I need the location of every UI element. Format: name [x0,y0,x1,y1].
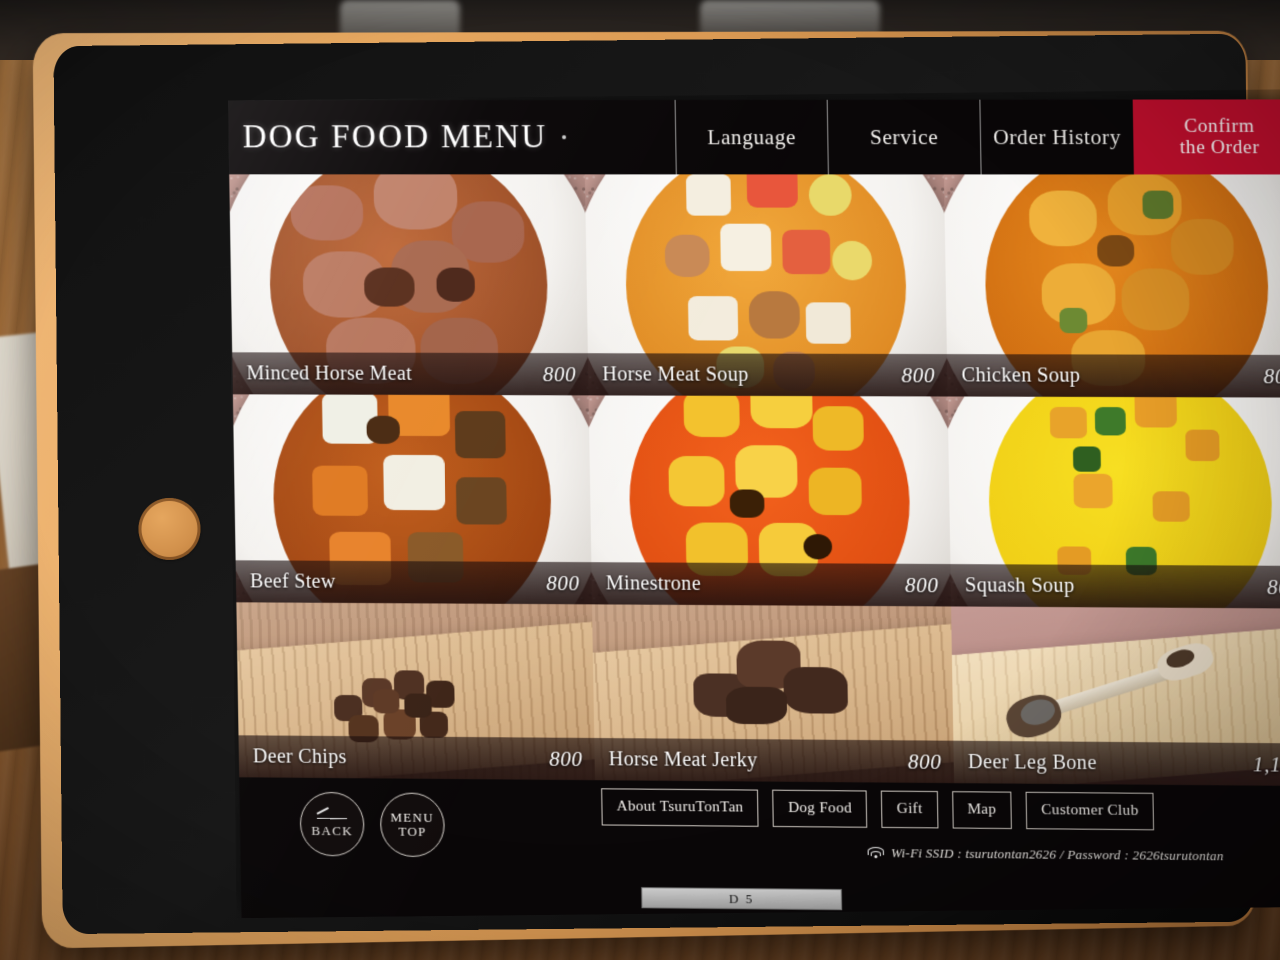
tile-label-strip: Chicken Soup 800 [946,354,1280,398]
item-price: 800 [548,746,583,771]
menu-item-tile[interactable]: Deer Chips 800 [236,602,595,781]
back-button[interactable]: BACK [299,791,365,857]
kiosk-app: DOG FOOD MENU Language Service Order His… [228,99,1280,919]
wifi-icon [867,846,884,859]
item-price: 1,100 [1252,751,1280,777]
menu-item-tile[interactable]: Horse Meat Soup 800 [584,174,948,397]
item-name: Chicken Soup [961,363,1081,387]
nav-language[interactable]: Language [674,99,828,175]
footer-dog-food[interactable]: Dog Food [772,789,868,828]
back-label: BACK [311,822,354,838]
footer-gift[interactable]: Gift [881,790,939,829]
footer-circle-buttons: BACK MENU TOP [299,791,446,858]
menu-top-line-2: TOP [398,823,427,839]
item-price: 800 [1263,363,1280,388]
footer-about[interactable]: About TsuruTonTan [601,788,760,827]
confirm-line-2: the Order [1179,136,1260,159]
home-button[interactable] [138,497,201,561]
menu-item-tile[interactable]: Squash Soup 800 [947,396,1280,609]
tile-label-strip: Horse Meat Jerky 800 [594,737,955,784]
confirm-line-1: Confirm [1183,115,1255,137]
tile-label-strip: Minestrone 800 [591,562,952,607]
item-price: 800 [907,748,942,774]
menu-item-tile[interactable]: Minestrone 800 [588,395,952,607]
title-dot-decoration [561,135,566,140]
item-name: Horse Meat Soup [602,362,749,386]
item-price: 800 [904,572,939,597]
nav-order-history[interactable]: Order History [979,99,1134,175]
brand-area: DOG FOOD MENU [228,100,676,174]
item-name: Deer Leg Bone [967,750,1097,774]
page-title: DOG FOOD MENU [242,118,548,155]
footer-map[interactable]: Map [951,791,1012,830]
tablet-device: DOG FOOD MENU Language Service Order His… [9,3,1280,956]
app-footer: BACK MENU TOP About TsuruTonTan Dog Food… [239,777,1280,919]
tile-label-strip: Deer Leg Bone 1,100 [953,740,1280,787]
item-name: Beef Stew [249,569,336,593]
menu-grid: Minced Horse Meat 800 Horse Meat Soup 80… [229,174,1280,787]
tablet-screen: DOG FOOD MENU Language Service Order His… [228,89,1280,919]
confirm-order-button[interactable]: Confirm the Order [1132,99,1280,175]
wifi-info: Wi-Fi SSID : tsurutontan2626 / Password … [867,845,1224,864]
footer-links: About TsuruTonTan Dog Food Gift Map Cust… [601,788,1155,831]
table-id-badge: D 5 [641,887,843,911]
item-name: Deer Chips [252,744,347,768]
tile-label-strip: Beef Stew 800 [235,560,593,605]
menu-item-tile[interactable]: Beef Stew 800 [232,394,593,605]
photo-scene: DOG FOOD MENU Language Service Order His… [0,0,1280,960]
item-name: Minced Horse Meat [246,361,413,385]
tile-label-strip: Horse Meat Soup 800 [587,353,948,397]
wifi-text: Wi-Fi SSID : tsurutontan2626 / Password … [890,845,1224,864]
header-nav: Language Service Order History Confirm t… [674,99,1280,175]
item-name: Horse Meat Jerky [608,747,758,771]
menu-item-tile[interactable]: Deer Leg Bone 1,100 [951,606,1280,787]
item-price: 800 [1266,574,1280,599]
nav-service[interactable]: Service [826,99,981,175]
app-header: DOG FOOD MENU Language Service Order His… [228,99,1280,175]
tile-label-strip: Squash Soup 800 [950,564,1280,609]
menu-item-tile[interactable]: Minced Horse Meat 800 [229,174,589,396]
footer-customer-club[interactable]: Customer Club [1025,791,1155,831]
menu-top-button[interactable]: MENU TOP [379,792,446,858]
menu-item-tile[interactable]: Chicken Soup 800 [943,174,1280,398]
tile-label-strip: Minced Horse Meat 800 [232,352,589,396]
item-price: 800 [901,362,936,387]
item-name: Minestrone [605,571,702,595]
item-price: 800 [546,570,580,595]
item-price: 800 [542,361,577,386]
menu-item-tile[interactable]: Horse Meat Jerky 800 [592,604,955,784]
tile-label-strip: Deer Chips 800 [238,735,595,781]
item-name: Squash Soup [964,573,1075,597]
left-arrow-icon [317,811,347,823]
